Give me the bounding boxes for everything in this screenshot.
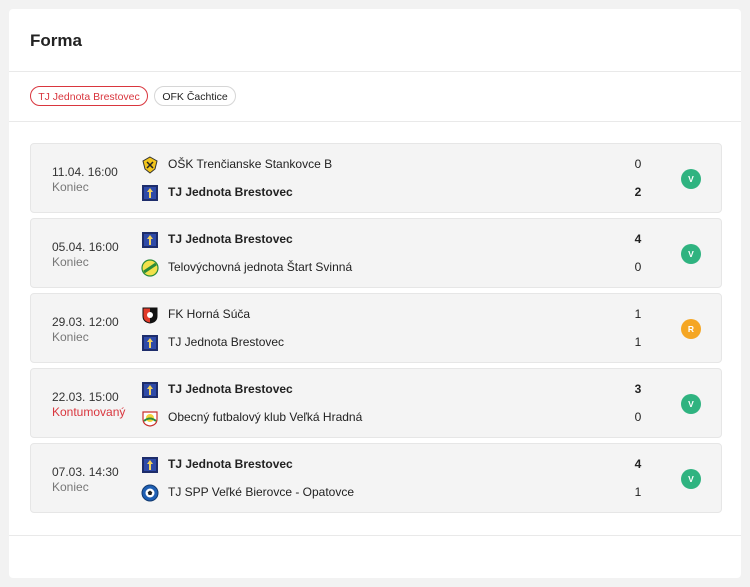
svinna-crest-icon [141, 259, 159, 277]
team-name: FK Horná Súča [168, 307, 251, 321]
result-badge-win: V [681, 244, 701, 264]
team-name: TJ Jednota Brestovec [168, 335, 285, 349]
home-team-row: OŠK Trenčianske Stankovce B 0 [141, 155, 661, 175]
away-team-row: Obecný futbalový klub Veľká Hradná 0 [141, 408, 661, 428]
brestovec-crest-icon [142, 232, 158, 248]
team-score: 1 [634, 485, 642, 499]
home-team-row: FK Horná Súča 1 [141, 305, 661, 325]
team-score: 4 [634, 232, 642, 246]
velka-hradna-crest-icon [142, 411, 158, 427]
result-badge-win: V [681, 169, 701, 189]
brestovec-crest-icon [142, 335, 158, 351]
match-row[interactable]: 29.03. 12:00 Koniec FK Horná Súča 1 TJ J… [30, 293, 722, 363]
match-date: 22.03. 15:00 [52, 390, 119, 404]
team-score: 3 [634, 382, 642, 396]
match-date: 29.03. 12:00 [52, 315, 119, 329]
team-name: TJ Jednota Brestovec [168, 382, 293, 396]
team-score: 2 [634, 185, 642, 199]
team-score: 1 [634, 335, 642, 349]
tab-jednota-brestovec[interactable]: TJ Jednota Brestovec [30, 86, 148, 106]
match-row[interactable]: 11.04. 16:00 Koniec OŠK Trenčianske Stan… [30, 143, 722, 213]
match-row[interactable]: 07.03. 14:30 Koniec TJ Jednota Brestovec… [30, 443, 722, 513]
brestovec-crest-icon [142, 382, 158, 398]
away-team-row: Telovýchovná jednota Štart Svinná 0 [141, 258, 661, 278]
ball-crest-icon [141, 484, 159, 502]
team-name: TJ Jednota Brestovec [168, 185, 293, 199]
divider [9, 71, 741, 72]
divider [9, 121, 741, 122]
team-name: TJ SPP Veľké Bierovce - Opatovce [168, 485, 355, 499]
away-team-row: TJ SPP Veľké Bierovce - Opatovce 1 [141, 483, 661, 503]
result-badge-draw: R [681, 319, 701, 339]
match-status: Kontumovaný [52, 405, 126, 419]
tab-ofk-cachtice[interactable]: OFK Čachtice [154, 86, 236, 106]
home-team-row: TJ Jednota Brestovec 3 [141, 380, 661, 400]
horna-suca-crest-icon [142, 307, 158, 324]
match-date: 11.04. 16:00 [52, 165, 118, 179]
team-name: Telovýchovná jednota Štart Svinná [168, 260, 353, 274]
home-team-row: TJ Jednota Brestovec 4 [141, 230, 661, 250]
home-team-row: TJ Jednota Brestovec 4 [141, 455, 661, 475]
team-score: 0 [634, 260, 642, 274]
brestovec-crest-icon [142, 457, 158, 473]
form-card: Forma TJ Jednota Brestovec OFK Čachtice … [9, 9, 741, 578]
match-date: 07.03. 14:30 [52, 465, 119, 479]
result-badge-win: V [681, 469, 701, 489]
team-name: TJ Jednota Brestovec [168, 232, 293, 246]
away-team-row: TJ Jednota Brestovec 2 [141, 183, 661, 203]
match-row[interactable]: 05.04. 16:00 Koniec TJ Jednota Brestovec… [30, 218, 722, 288]
divider [9, 535, 741, 536]
match-status: Koniec [52, 480, 89, 494]
team-name: TJ Jednota Brestovec [168, 457, 293, 471]
team-name: Obecný futbalový klub Veľká Hradná [168, 410, 363, 424]
team-score: 1 [634, 307, 642, 321]
team-name: OŠK Trenčianske Stankovce B [168, 157, 333, 171]
match-status: Koniec [52, 180, 89, 194]
result-badge-win: V [681, 394, 701, 414]
away-team-row: TJ Jednota Brestovec 1 [141, 333, 661, 353]
section-title: Forma [30, 31, 82, 50]
team-score: 0 [634, 410, 642, 424]
match-row[interactable]: 22.03. 15:00 Kontumovaný TJ Jednota Bres… [30, 368, 722, 438]
match-date: 05.04. 16:00 [52, 240, 119, 254]
team-score: 0 [634, 157, 642, 171]
match-status: Koniec [52, 330, 89, 344]
match-status: Koniec [52, 255, 89, 269]
team-score: 4 [634, 457, 642, 471]
brestovec-crest-icon [142, 185, 158, 201]
shield-yellow-icon [142, 156, 158, 174]
